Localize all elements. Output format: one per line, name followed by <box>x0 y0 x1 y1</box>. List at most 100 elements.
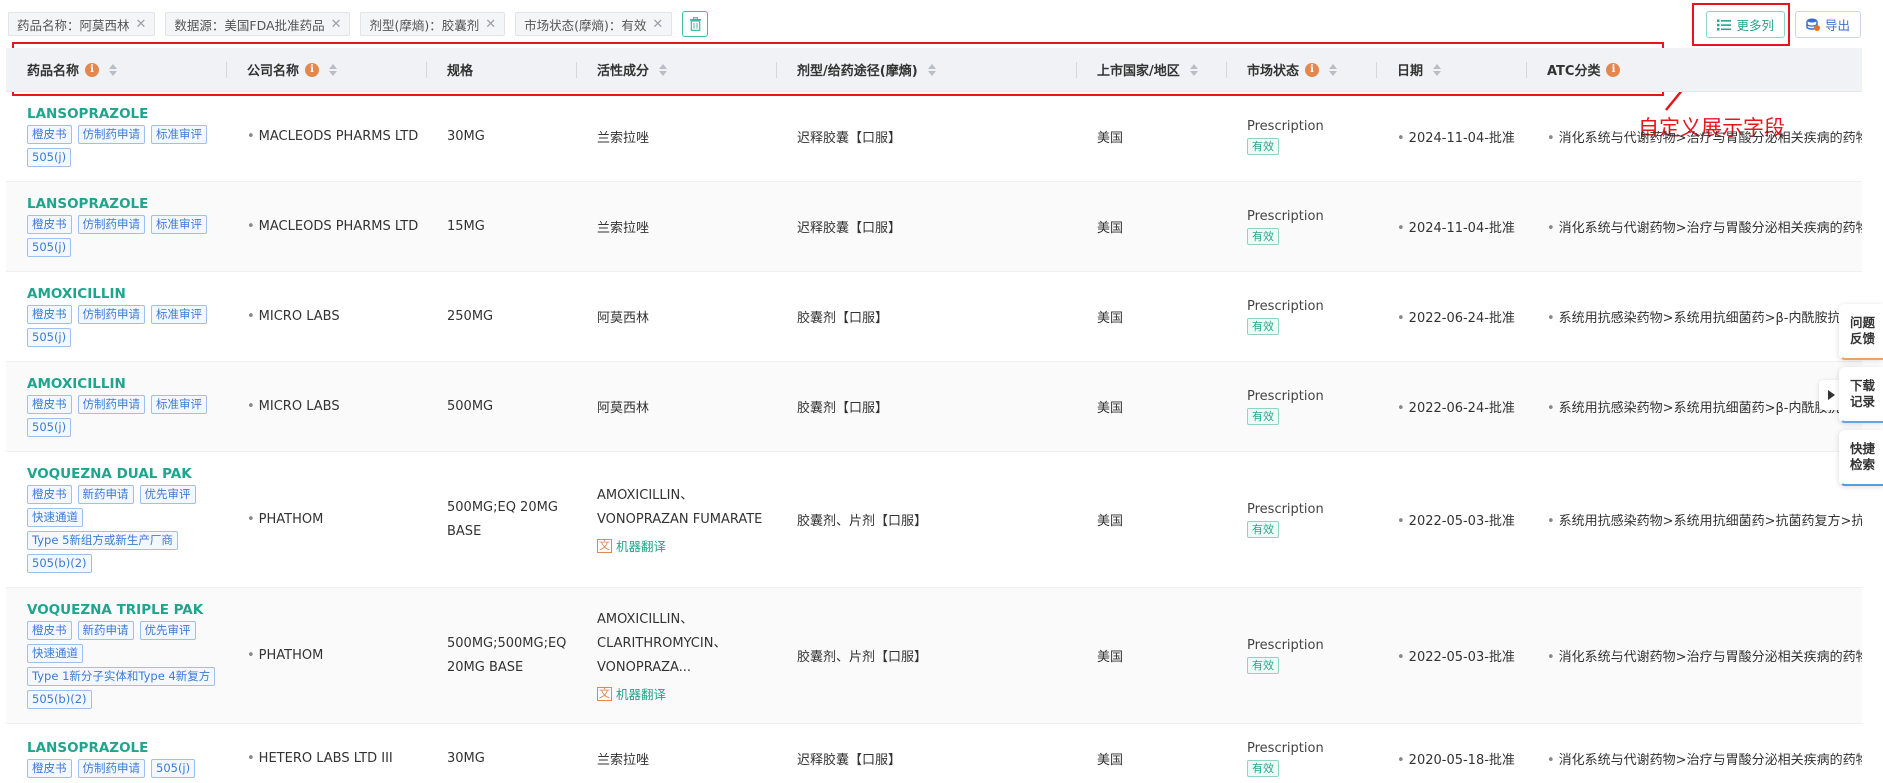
sort-icon[interactable] <box>1433 63 1442 76</box>
tag[interactable]: 505(j) <box>27 418 72 437</box>
drug-name-link[interactable]: LANSOPRAZOLE <box>27 196 226 212</box>
cell-company[interactable]: MICRO LABS <box>226 309 426 324</box>
tag[interactable]: 橙皮书 <box>27 215 72 234</box>
filter-chip-market-status[interactable]: 市场状态(摩熵)：有效 ✕ <box>515 12 673 36</box>
download-records-button[interactable]: 下载 记录 <box>1839 367 1883 423</box>
column-header-ingredient[interactable]: 活性成分 <box>576 48 776 91</box>
machine-translate-button[interactable]: 文 机器翻译 <box>597 536 776 555</box>
cell-spec: 500MG <box>447 399 494 414</box>
column-header-country[interactable]: 上市国家/地区 <box>1076 48 1226 91</box>
tag[interactable]: 505(j) <box>151 758 196 778</box>
tag[interactable]: 505(j) <box>27 238 72 257</box>
info-icon[interactable]: i <box>85 62 100 77</box>
clear-filters-button[interactable] <box>682 11 709 37</box>
tag[interactable]: 505(b)(2) <box>27 690 92 709</box>
column-header-label: 上市国家/地区 <box>1097 64 1180 79</box>
cell-drug: LANSOPRAZOLE 橙皮书 仿制药申请 505(j) <box>6 740 226 778</box>
drug-name-link[interactable]: VOQUEZNA DUAL PAK <box>27 466 226 482</box>
column-header-date[interactable]: 日期 <box>1376 48 1526 91</box>
tag[interactable]: 橙皮书 <box>27 305 72 324</box>
filter-chip-data-source[interactable]: 数据源：美国FDA批准药品 ✕ <box>165 12 351 36</box>
tag[interactable]: 新药申请 <box>77 621 134 640</box>
column-header-drug-name[interactable]: 药品名称 i <box>6 48 226 91</box>
status-text: Prescription <box>1247 118 1324 134</box>
column-header-company[interactable]: 公司名称 i <box>226 48 426 91</box>
status-badge: 有效 <box>1247 137 1279 155</box>
cell-company[interactable]: PHATHOM <box>226 648 426 663</box>
tag[interactable]: 优先审评 <box>139 485 196 504</box>
tag[interactable]: 新药申请 <box>77 485 134 504</box>
tag[interactable]: 橙皮书 <box>27 395 72 414</box>
cell-dosage-form: 迟释胶囊【口服】 <box>797 221 902 236</box>
close-icon[interactable]: ✕ <box>136 18 147 31</box>
sort-icon[interactable] <box>1329 63 1338 76</box>
drug-name-link[interactable]: AMOXICILLIN <box>27 376 226 392</box>
close-icon[interactable]: ✕ <box>485 18 496 31</box>
cell-ingredient: 阿莫西林 <box>597 401 650 416</box>
tag[interactable]: 快速通道 <box>27 644 83 663</box>
tag[interactable]: 仿制药申请 <box>77 758 145 778</box>
tag[interactable]: 橙皮书 <box>27 621 72 640</box>
column-header-atc: ATC分类 i <box>1526 48 1862 91</box>
sort-icon[interactable] <box>1189 63 1198 76</box>
export-button[interactable]: 导出 <box>1794 11 1861 38</box>
tag[interactable]: 快速通道 <box>27 508 83 527</box>
cell-country: 美国 <box>1097 221 1124 236</box>
tag-list: 橙皮书 新药申请 优先审评 快速通道 Type 1新分子实体和Type 4新复方… <box>27 621 226 709</box>
tag[interactable]: 橙皮书 <box>27 125 72 144</box>
tag[interactable]: 仿制药申请 <box>77 125 145 144</box>
feedback-button[interactable]: 问题 反馈 <box>1839 304 1883 360</box>
tag[interactable]: 仿制药申请 <box>77 215 145 234</box>
tag[interactable]: 仿制药申请 <box>77 305 145 324</box>
tag[interactable]: Type 1新分子实体和Type 4新复方 <box>27 667 216 686</box>
status-text: Prescription <box>1247 208 1324 224</box>
status-badge: 有效 <box>1247 759 1279 777</box>
tag[interactable]: 优先审评 <box>139 621 196 640</box>
drug-name-link[interactable]: VOQUEZNA TRIPLE PAK <box>27 602 226 618</box>
info-icon[interactable]: i <box>305 62 320 77</box>
cell-company[interactable]: PHATHOM <box>226 512 426 527</box>
column-header-market-status[interactable]: 市场状态 i <box>1226 48 1376 91</box>
tag[interactable]: 橙皮书 <box>27 485 72 504</box>
cell-drug: AMOXICILLIN 橙皮书 仿制药申请 标准审评 505(j) <box>6 376 226 437</box>
tag[interactable]: 仿制药申请 <box>77 395 145 414</box>
table-row: VOQUEZNA TRIPLE PAK 橙皮书 新药申请 优先审评 快速通道 T… <box>6 588 1862 724</box>
tag[interactable]: 标准审评 <box>151 215 207 234</box>
drug-name-link[interactable]: LANSOPRAZOLE <box>27 740 226 756</box>
info-icon[interactable]: i <box>1606 62 1621 77</box>
cell-atc: 消化系统与代谢药物>治疗与胃酸分泌相关疾病的药物 <box>1526 127 1862 146</box>
drug-name-link[interactable]: LANSOPRAZOLE <box>27 106 226 122</box>
cell-atc: 消化系统与代谢药物>治疗与胃酸分泌相关疾病的药物 <box>1526 646 1862 665</box>
cell-company[interactable]: HETERO LABS LTD III <box>226 751 426 766</box>
drug-name-link[interactable]: AMOXICILLIN <box>27 286 226 302</box>
column-header-dosage-form[interactable]: 剂型/给药途径(摩熵) <box>776 48 1076 91</box>
info-icon[interactable]: i <box>1305 62 1320 77</box>
cell-drug: AMOXICILLIN 橙皮书 仿制药申请 标准审评 505(j) <box>6 286 226 347</box>
tag[interactable]: 505(b)(2) <box>27 554 92 573</box>
trash-icon <box>689 17 701 31</box>
quick-search-button[interactable]: 快捷 检索 <box>1839 430 1883 486</box>
cell-ingredient: AMOXICILLIN、CLARITHROMYCIN、VONOPRAZA... … <box>576 608 776 703</box>
tag[interactable]: Type 5新组方或新生产厂商 <box>27 531 178 550</box>
machine-translate-button[interactable]: 文 机器翻译 <box>597 684 776 703</box>
sort-icon[interactable] <box>659 63 668 76</box>
cell-company[interactable]: MACLEODS PHARMS LTD <box>226 219 426 234</box>
filter-chip-dosage-form[interactable]: 剂型(摩熵)：胶囊剂 ✕ <box>360 12 506 36</box>
close-icon[interactable]: ✕ <box>331 18 342 31</box>
close-icon[interactable]: ✕ <box>652 18 663 31</box>
tag[interactable]: 标准审评 <box>151 125 207 144</box>
sort-icon[interactable] <box>927 63 936 76</box>
tag[interactable]: 标准审评 <box>151 395 207 414</box>
tag[interactable]: 505(j) <box>27 328 72 347</box>
tag[interactable]: 橙皮书 <box>27 758 72 778</box>
cell-atc: 系统用抗感染药物>系统用抗细菌药>β-内酰胺抗菌药 <box>1526 307 1862 326</box>
sort-icon[interactable] <box>329 63 338 76</box>
status-text: Prescription <box>1247 637 1324 653</box>
filter-chip-drug-name[interactable]: 药品名称：阿莫西林 ✕ <box>8 12 156 36</box>
sort-icon[interactable] <box>109 63 118 76</box>
cell-company[interactable]: MACLEODS PHARMS LTD <box>226 129 426 144</box>
status-text: Prescription <box>1247 388 1324 404</box>
tag[interactable]: 标准审评 <box>151 305 207 324</box>
cell-company[interactable]: MICRO LABS <box>226 399 426 414</box>
tag[interactable]: 505(j) <box>27 148 72 167</box>
